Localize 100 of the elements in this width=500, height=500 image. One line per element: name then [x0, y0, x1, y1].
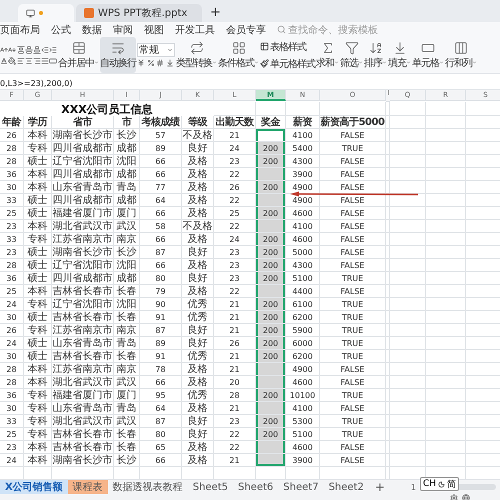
- table-cell: 山东省青岛市: [52, 402, 114, 415]
- table-cell: 3900: [286, 168, 320, 181]
- table-cell: 36: [0, 168, 24, 181]
- table-cell: 4100: [286, 220, 320, 233]
- header-cell: 年龄: [0, 116, 24, 129]
- table-cell: 33: [0, 233, 24, 246]
- table-cell: 4900: [286, 181, 320, 194]
- table-cell: 65: [140, 441, 182, 454]
- table-cell: 33: [0, 415, 24, 428]
- table-cell: 青岛: [114, 337, 140, 350]
- table-cell: 优秀: [182, 389, 214, 402]
- table-cell: 专科: [24, 402, 52, 415]
- table-cell: 89: [140, 337, 182, 350]
- table-cell: 良好: [182, 272, 214, 285]
- table-cell: 武汉: [114, 415, 140, 428]
- table-cell: 66: [140, 376, 182, 389]
- table-cell: 200: [256, 428, 286, 441]
- table-cell: 本科: [24, 181, 52, 194]
- table-cell: 良好: [182, 324, 214, 337]
- table-cell: 辽宁省沈阳市: [52, 259, 114, 272]
- table-cell: 200: [256, 246, 286, 259]
- table-cell: 及格: [182, 441, 214, 454]
- header-cell: 省市: [52, 116, 114, 129]
- table-cell: 吉林省长春市: [52, 441, 114, 454]
- table-cell: 79: [140, 285, 182, 298]
- table-cell: 4300: [286, 155, 320, 168]
- table-cell: 28: [0, 142, 24, 155]
- table-cell: 湖北省武汉市: [52, 415, 114, 428]
- table-cell: 21: [214, 350, 256, 363]
- table-cell: 青岛: [114, 402, 140, 415]
- table-cell: 本科: [24, 376, 52, 389]
- table-cell: TRUE: [320, 311, 386, 324]
- table-cell: 24: [0, 337, 24, 350]
- table-cell: 4400: [286, 285, 320, 298]
- table-cell: 本科: [24, 220, 52, 233]
- table-cell: 4900: [286, 363, 320, 376]
- table-cell: 78: [140, 363, 182, 376]
- table-cell: 良好: [182, 246, 214, 259]
- table-cell: 厦门: [114, 207, 140, 220]
- table-cell: 5100: [286, 428, 320, 441]
- table-cell: 吉林省长春市: [52, 311, 114, 324]
- table-cell: 及格: [182, 363, 214, 376]
- table-cell: 江苏省南京市: [52, 363, 114, 376]
- table-cell: 30: [0, 181, 24, 194]
- table-cell: FALSE: [320, 233, 386, 246]
- table-cell: 5900: [286, 324, 320, 337]
- table-cell: 本科: [24, 363, 52, 376]
- table-cell: FALSE: [320, 363, 386, 376]
- table-cell: 四川省成都市: [52, 194, 114, 207]
- table-cell: 66: [140, 259, 182, 272]
- table-cell: 22: [214, 168, 256, 181]
- table-cell: 87: [140, 246, 182, 259]
- table-cell: 硕士: [24, 155, 52, 168]
- table-cell: 5000: [286, 246, 320, 259]
- table-cell: 200: [256, 298, 286, 311]
- table-cell: FALSE: [320, 376, 386, 389]
- table-cell: 28: [0, 155, 24, 168]
- table-cell: 长沙: [114, 129, 140, 142]
- table-cell: 23: [0, 441, 24, 454]
- table-cell: 本科: [24, 168, 52, 181]
- table-cell: 良好: [182, 428, 214, 441]
- header-cell: 薪资: [286, 116, 320, 129]
- table-cell: FALSE: [320, 454, 386, 467]
- table-cell: 本科: [24, 285, 52, 298]
- table-cell: FALSE: [320, 220, 386, 233]
- table-cell: 21: [214, 324, 256, 337]
- table-cell: 及格: [182, 168, 214, 181]
- table-cell: 22: [214, 220, 256, 233]
- table-cell: 福建省厦门市: [52, 389, 114, 402]
- table-cell: 沈阳: [114, 298, 140, 311]
- table-cell: 28: [0, 376, 24, 389]
- table-cell: 30: [0, 350, 24, 363]
- table-cell: 21: [214, 129, 256, 142]
- table-cell: 硕士: [24, 207, 52, 220]
- table-cell: 25: [0, 428, 24, 441]
- table-cell: FALSE: [320, 194, 386, 207]
- table-cell: 及格: [182, 155, 214, 168]
- table-cell: TRUE: [320, 428, 386, 441]
- table-cell: 200: [256, 142, 286, 155]
- table-cell: 66: [140, 233, 182, 246]
- table-cell: 23: [214, 246, 256, 259]
- table-cell: 优秀: [182, 350, 214, 363]
- table-cell: 成都: [114, 272, 140, 285]
- table-cell: 30: [0, 311, 24, 324]
- table-cell: 28: [0, 363, 24, 376]
- table-cell: 长春: [114, 350, 140, 363]
- table-cell: 及格: [182, 233, 214, 246]
- table-cell: 本科: [24, 129, 52, 142]
- header-cell: 学历: [24, 116, 52, 129]
- table-cell: 4600: [286, 233, 320, 246]
- table-cell: 91: [140, 350, 182, 363]
- table-cell: 23: [0, 220, 24, 233]
- table-cell: FALSE: [320, 441, 386, 454]
- table-cell: 4600: [286, 207, 320, 220]
- table-cell: FALSE: [320, 259, 386, 272]
- table-cell: 28: [214, 389, 256, 402]
- table-cell: 25: [214, 207, 256, 220]
- table-cell: 64: [140, 194, 182, 207]
- table-cell: 90: [140, 298, 182, 311]
- table-cell: 26: [0, 129, 24, 142]
